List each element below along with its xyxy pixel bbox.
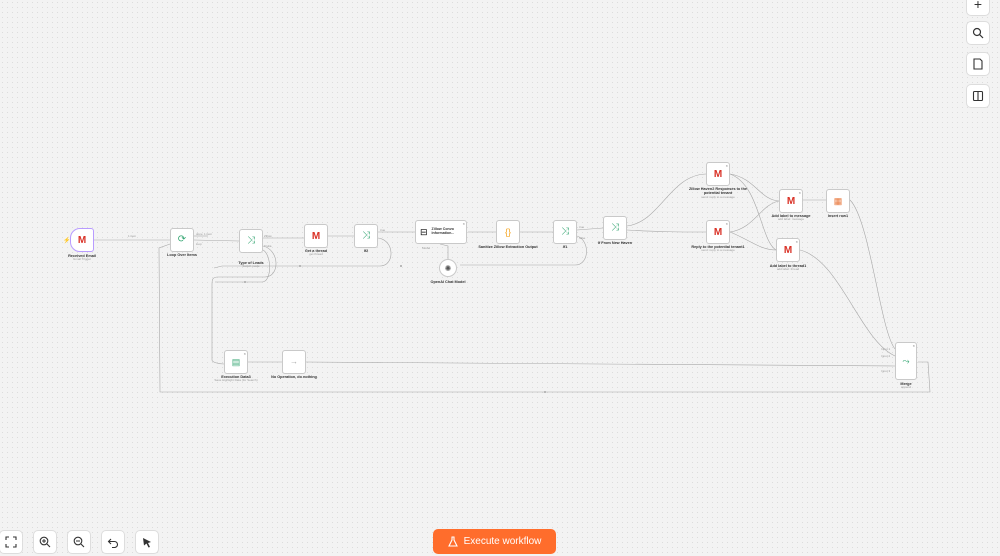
- port-merge-input2: Input 2: [881, 354, 891, 358]
- node-close-icon: ✕: [725, 164, 728, 168]
- label-if1: If1: [562, 245, 568, 249]
- zoom-out-button[interactable]: [67, 530, 91, 554]
- zoom-in-button[interactable]: [33, 530, 57, 554]
- label-merge: Merge append: [900, 382, 912, 390]
- node-close-icon: ✕: [912, 344, 915, 348]
- search-button[interactable]: [966, 21, 990, 45]
- label-if2: If2: [363, 249, 369, 253]
- table-icon: ▦: [833, 195, 843, 206]
- gmail-icon: M: [311, 230, 321, 242]
- loop-icon: ⟳: [177, 234, 187, 245]
- sticky-note-icon: [973, 58, 983, 70]
- node-if2[interactable]: ⤨: [354, 224, 378, 248]
- port-zillow: Zillow: [264, 234, 272, 238]
- switch-icon: ⤨: [247, 235, 255, 246]
- label-received-email: Received Email Gmail Trigger: [68, 254, 96, 262]
- port-if1-true: true: [579, 225, 585, 229]
- gmail-icon: M: [77, 234, 87, 246]
- port-model: Model: [422, 246, 431, 250]
- label-type-of-leads: Type of Leads Switch mode: [238, 261, 264, 269]
- node-received-email[interactable]: M: [70, 228, 94, 252]
- edge-newhaven-reply: [626, 229, 707, 233]
- label-if-from-new-haven: If From New Haven: [597, 241, 633, 245]
- port-done: done: [196, 232, 203, 236]
- if-icon: ⤨: [561, 226, 569, 237]
- node-close-icon: ✕: [795, 240, 798, 244]
- node-add-label-to-thread[interactable]: M ✕: [776, 238, 800, 262]
- fit-view-icon: [5, 536, 17, 548]
- panel-icon: [972, 90, 984, 102]
- no-op-icon: →: [290, 357, 298, 366]
- sticky-note-button[interactable]: [966, 52, 990, 76]
- edge-insertrow-merge: [849, 199, 896, 350]
- merge-icon: ⤳: [902, 355, 910, 366]
- ai-agent-icon: ⊟: [420, 226, 428, 237]
- search-icon: [972, 27, 984, 39]
- node-close-icon: ✕: [798, 191, 801, 195]
- edge-label-loop-count: 1 item: [204, 232, 213, 236]
- edge-loop-types: [193, 239, 240, 242]
- openai-icon: ✺: [444, 263, 452, 273]
- tidy-up-icon: [143, 538, 151, 548]
- node-loop-over-items[interactable]: ⟳: [170, 228, 194, 252]
- port-merge-input3: Input 3: [881, 369, 891, 373]
- node-zillow-haven-responses[interactable]: M ✕: [706, 162, 730, 186]
- node-close-icon: ✕: [243, 352, 246, 356]
- trigger-bolt-icon: ⚡: [63, 238, 71, 244]
- node-sanitize-zillow-output[interactable]: {}: [496, 220, 520, 244]
- edge-noop-merge: [305, 361, 896, 367]
- zoom-in-icon: [39, 536, 51, 548]
- port-trulia: Trulia: [264, 244, 272, 248]
- label-insert-row: Insert row1: [827, 214, 849, 218]
- label-openai-chat-model: OpenAI Chat Model: [430, 280, 466, 284]
- workflow-canvas[interactable]: M ⚡ Received Email Gmail Trigger 1 item …: [0, 0, 1000, 556]
- toggle-panel-button[interactable]: [966, 84, 990, 108]
- execute-workflow-button[interactable]: Execute workflow: [433, 529, 556, 554]
- node-type-of-leads[interactable]: ⤨: [239, 229, 263, 253]
- undo-icon: [107, 538, 118, 548]
- port-merge-input1: Input 1: [881, 347, 891, 351]
- zoom-out-icon: [73, 536, 85, 548]
- label-no-operation: No Operation, do nothing: [271, 375, 317, 379]
- gmail-icon: M: [786, 195, 796, 207]
- edge-label-items: 1 item: [128, 234, 137, 238]
- node-execution-data[interactable]: ▤ ✕: [224, 350, 248, 374]
- label-zillow-haven-responses: Zillow Haven2 Responses to the potential…: [688, 187, 748, 199]
- node-zillow-convo-information[interactable]: ⊟ Zillow Convo Information... ✕: [415, 220, 467, 244]
- node-close-icon: ✕: [725, 222, 728, 226]
- node-insert-row[interactable]: ▦: [826, 189, 850, 213]
- node-no-operation[interactable]: →: [282, 350, 306, 374]
- node-settings-icon: ✕: [462, 222, 465, 226]
- node-if-from-new-haven[interactable]: ⤨: [603, 216, 627, 240]
- port-if1-false: false: [579, 236, 586, 240]
- node-merge[interactable]: ⤳ ✕: [895, 342, 917, 380]
- gmail-icon: M: [783, 244, 793, 256]
- code-icon: {}: [504, 226, 511, 237]
- node-reply-potential-tenant[interactable]: M ✕: [706, 220, 730, 244]
- label-add-label-to-thread: Add label to thread1 add label: thread: [769, 264, 807, 272]
- label-loop-over-items: Loop Over Items: [167, 253, 197, 257]
- port-if2-true: true: [380, 228, 386, 232]
- if-icon: ⤨: [611, 222, 619, 233]
- fit-view-button[interactable]: [0, 530, 23, 554]
- execute-workflow-label: Execute workflow: [463, 536, 542, 547]
- node-if1[interactable]: ⤨: [553, 220, 577, 244]
- gmail-icon: M: [713, 226, 723, 238]
- node-get-a-thread[interactable]: M: [304, 224, 328, 248]
- undo-button[interactable]: [101, 530, 125, 554]
- label-reply-potential-tenant: Reply to the potential tenant1 send: rep…: [691, 245, 745, 253]
- connections-layer: [94, 173, 931, 393]
- add-node-button[interactable]: +: [966, 0, 990, 16]
- gmail-icon: M: [713, 168, 723, 180]
- node-openai-chat-model[interactable]: ✺: [439, 259, 457, 277]
- if-icon: ⤨: [362, 230, 370, 241]
- execution-data-icon: ▤: [231, 356, 241, 367]
- edge-newhaven-zillowhaven: [626, 173, 707, 227]
- flask-icon: [447, 536, 458, 547]
- tidy-up-button[interactable]: [135, 530, 159, 554]
- port-loop: loop: [196, 242, 202, 246]
- node-add-label-to-message[interactable]: M ✕: [779, 189, 803, 213]
